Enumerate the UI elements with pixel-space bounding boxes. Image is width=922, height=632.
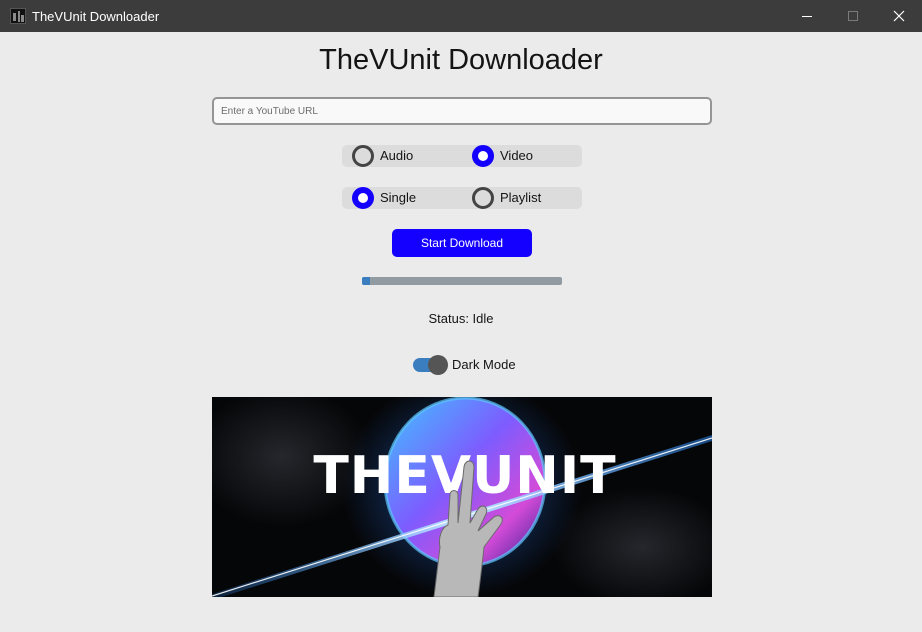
audio-radio-label[interactable]: Audio <box>380 148 413 164</box>
page-title: TheVUnit Downloader <box>319 44 603 76</box>
switch-knob[interactable] <box>428 355 448 375</box>
download-progress-bar <box>362 277 562 285</box>
app-icon <box>10 8 26 24</box>
dark-mode-label[interactable]: Dark Mode <box>452 357 516 373</box>
video-radio-indicator[interactable] <box>472 145 494 167</box>
audio-radio-indicator[interactable] <box>352 145 374 167</box>
maximize-icon <box>848 11 858 21</box>
video-radio-label[interactable]: Video <box>500 148 533 164</box>
playlist-radio-label[interactable]: Playlist <box>500 190 541 206</box>
app-window: TheVUnit Downloader TheVUnit Downloader … <box>0 0 922 632</box>
download-mode-radio-group: Single Playlist <box>342 187 582 209</box>
banner-artwork: THEVUNIT <box>212 397 712 597</box>
youtube-url-input[interactable] <box>212 97 712 125</box>
status-text: Status: Idle <box>428 311 494 326</box>
maximize-button[interactable] <box>830 0 876 32</box>
single-radio-indicator[interactable] <box>352 187 374 209</box>
playlist-radio-indicator[interactable] <box>472 187 494 209</box>
minimize-button[interactable] <box>784 0 830 32</box>
progress-fill <box>362 277 370 285</box>
minimize-icon <box>802 16 812 17</box>
title-bar[interactable]: TheVUnit Downloader <box>0 0 922 32</box>
single-radio-label[interactable]: Single <box>380 190 416 206</box>
close-button[interactable] <box>876 0 922 32</box>
media-type-radio-group: Audio Video <box>342 145 582 167</box>
thevunit-banner-image: THEVUNIT <box>212 397 712 597</box>
window-title: TheVUnit Downloader <box>32 9 160 24</box>
close-icon <box>893 10 905 22</box>
dark-mode-switch[interactable] <box>413 355 449 375</box>
start-download-button[interactable]: Start Download <box>392 229 532 257</box>
